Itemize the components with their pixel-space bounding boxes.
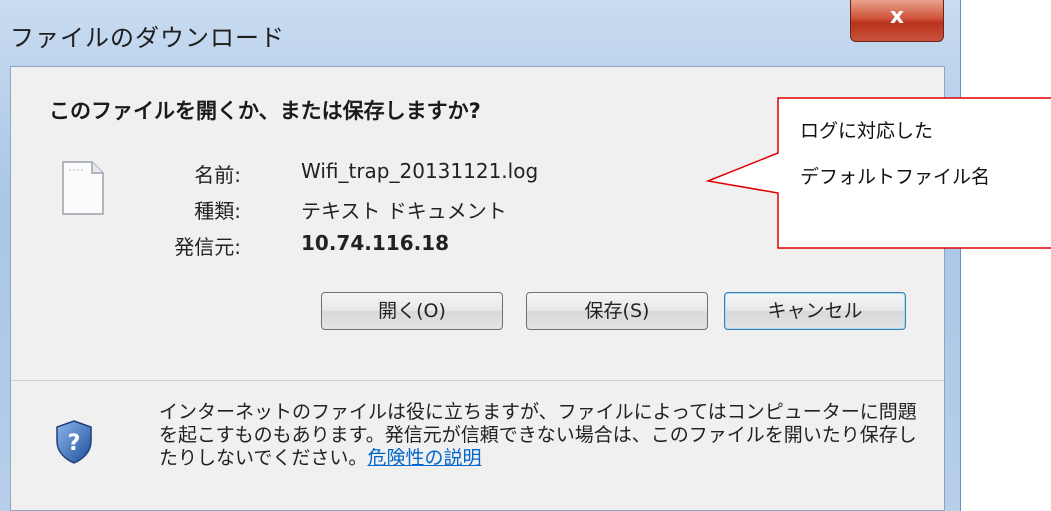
security-notice: インターネットのファイルは役に立ちますが、ファイルによってはコンピューターに問題…	[159, 401, 919, 470]
title-bar[interactable]: ファイルのダウンロード x	[0, 0, 960, 68]
dialog-question: このファイルを開くか、または保存しますか?	[49, 99, 481, 123]
file-name-label: 名前:	[194, 163, 241, 187]
window-title: ファイルのダウンロード	[10, 24, 285, 52]
callout-line-2: デフォルトファイル名	[800, 166, 991, 188]
svg-text:?: ?	[68, 431, 81, 456]
file-source-value: 10.74.116.18	[301, 231, 450, 255]
security-notice-text: インターネットのファイルは役に立ちますが、ファイルによってはコンピューターに問題…	[159, 401, 917, 469]
file-icon	[62, 161, 104, 215]
file-type-label: 種類:	[194, 199, 241, 223]
cancel-button[interactable]: キャンセル	[724, 292, 906, 330]
download-dialog-window: ファイルのダウンロード x このファイルを開くか、または保存しますか? 名前: …	[0, 0, 961, 511]
save-button[interactable]: 保存(S)	[526, 292, 708, 330]
risk-explanation-link[interactable]: 危険性の説明	[367, 447, 481, 469]
close-button[interactable]: x	[850, 0, 944, 42]
file-name-value: Wifi_trap_20131121.log	[301, 159, 539, 183]
file-source-label: 発信元:	[174, 235, 241, 259]
callout-line-1: ログに対応した	[800, 120, 934, 142]
close-icon: x	[889, 4, 905, 29]
shield-help-icon: ?	[56, 420, 92, 464]
open-button[interactable]: 開く(O)	[321, 292, 503, 330]
file-type-value: テキスト ドキュメント	[301, 199, 507, 223]
